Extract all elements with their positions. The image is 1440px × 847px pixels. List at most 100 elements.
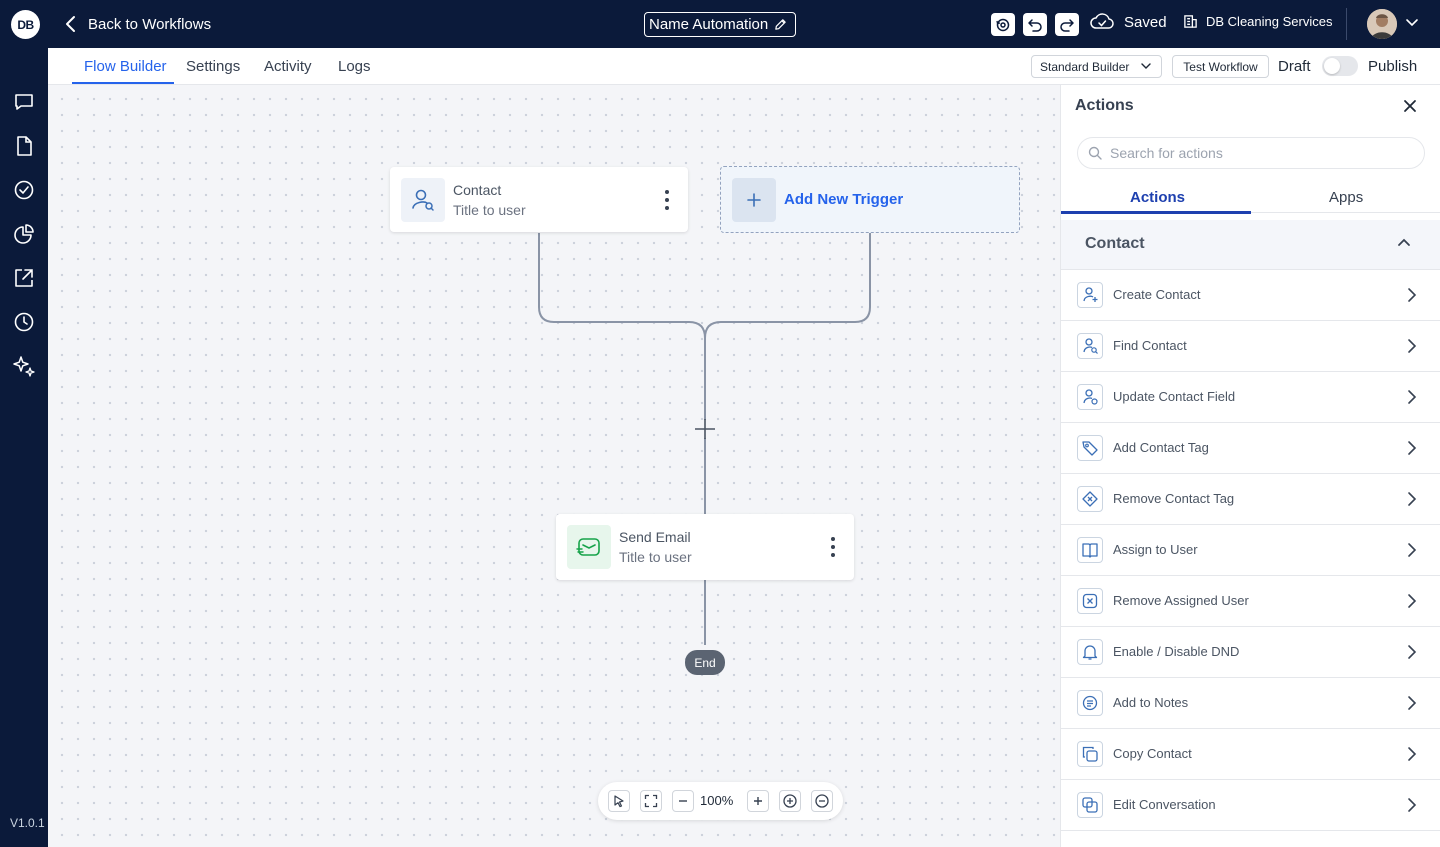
action-item-add-contact-tag[interactable]: Add Contact Tag: [1061, 423, 1440, 474]
undo-button[interactable]: [1023, 13, 1047, 36]
action-item-copy-contact[interactable]: Copy Contact: [1061, 729, 1440, 780]
external-link-icon: [15, 269, 33, 287]
action-label: Remove Assigned User: [1113, 593, 1249, 608]
panel-tab-apps[interactable]: Apps: [1329, 189, 1363, 206]
select-tool-button[interactable]: [608, 790, 630, 812]
action-item-remove-contact-tag[interactable]: Remove Contact Tag: [1061, 474, 1440, 525]
workflow-subheader: Flow Builder Settings Activity Logs Stan…: [48, 48, 1440, 85]
zoom-level: 100%: [700, 793, 734, 808]
panel-tab-actions[interactable]: Actions: [1130, 189, 1185, 206]
zoom-in-button[interactable]: [779, 790, 801, 812]
action-node-send-email[interactable]: Send Email Title to user: [556, 514, 854, 580]
action-label: Update Contact Field: [1113, 389, 1236, 404]
builder-mode-value: Standard Builder: [1040, 59, 1130, 74]
add-step-button[interactable]: [692, 416, 718, 442]
user-avatar[interactable]: [1367, 9, 1397, 39]
trigger-node-subtitle: Title to user: [453, 202, 526, 218]
workflow-name-field[interactable]: Name Automation: [644, 12, 796, 37]
action-label: Add Contact Tag: [1113, 440, 1209, 455]
tab-flow-builder[interactable]: Flow Builder: [84, 58, 167, 75]
zoom-decrease-button[interactable]: [672, 790, 694, 812]
plus-icon: [695, 419, 715, 439]
company-switcher[interactable]: DB Cleaning Services: [1183, 14, 1332, 29]
end-node: End: [685, 650, 725, 675]
fit-view-button[interactable]: [640, 790, 662, 812]
chevron-right-icon: [1408, 390, 1417, 404]
action-item-assign-to-user[interactable]: Assign to User: [1061, 525, 1440, 576]
save-status: Saved: [1090, 12, 1167, 32]
back-to-workflows-button[interactable]: Back to Workflows: [64, 12, 211, 36]
action-item-add-to-notes[interactable]: Add to Notes: [1061, 678, 1440, 729]
trigger-node-title: Contact: [453, 182, 502, 198]
user-plus-icon: [1077, 282, 1103, 308]
test-workflow-button[interactable]: Test Workflow: [1172, 55, 1269, 78]
sidebar-item-conversations[interactable]: [12, 90, 36, 114]
user-edit-icon: [1077, 384, 1103, 410]
tab-settings[interactable]: Settings: [186, 58, 240, 75]
undo-icon: [1028, 18, 1042, 32]
action-item-remove-assigned-user[interactable]: Remove Assigned User: [1061, 576, 1440, 627]
brand-logo[interactable]: DB: [11, 10, 40, 39]
building-icon: [1184, 15, 1197, 28]
contact-section-header[interactable]: Contact: [1061, 220, 1440, 270]
flow-canvas[interactable]: Contact Title to user Add New Trigger Se…: [48, 85, 1060, 847]
check-circle-icon: [14, 180, 34, 200]
chat-icon: [15, 94, 33, 110]
draft-label: Draft: [1278, 58, 1311, 75]
chevron-right-icon: [1408, 543, 1417, 557]
sidebar-item-ai[interactable]: [12, 354, 36, 378]
pencil-icon[interactable]: [774, 18, 787, 31]
history-button[interactable]: [991, 13, 1015, 36]
action-item-find-contact[interactable]: Find Contact: [1061, 321, 1440, 372]
close-icon[interactable]: [1403, 99, 1417, 113]
chevron-right-icon: [1408, 492, 1417, 506]
tab-activity[interactable]: Activity: [264, 58, 312, 75]
more-vertical-icon[interactable]: [830, 536, 836, 558]
sidebar-item-history[interactable]: [12, 310, 36, 334]
chevron-right-icon: [1408, 288, 1417, 302]
chevron-right-icon: [1408, 645, 1417, 659]
chevron-down-icon[interactable]: [1405, 18, 1419, 28]
publish-toggle[interactable]: [1322, 56, 1358, 76]
email-icon: [567, 525, 611, 569]
action-label: Find Contact: [1113, 338, 1187, 353]
chevron-right-icon: [1408, 339, 1417, 353]
minus-icon: [679, 800, 687, 802]
more-vertical-icon[interactable]: [664, 189, 670, 211]
action-label: Assign to User: [1113, 542, 1198, 557]
action-item-enable-disable-dnd[interactable]: Enable / Disable DND: [1061, 627, 1440, 678]
search-input[interactable]: [1110, 145, 1410, 161]
top-bar: DB Back to Workflows Name Automation Sav…: [0, 0, 1440, 48]
left-sidebar: V1.0.1: [0, 48, 48, 847]
sidebar-item-reports[interactable]: [12, 222, 36, 246]
header-divider: [1346, 8, 1347, 40]
action-label: Copy Contact: [1113, 746, 1192, 761]
chevron-right-icon: [1408, 696, 1417, 710]
action-search[interactable]: [1077, 137, 1425, 169]
zoom-in-icon: [783, 794, 797, 808]
actions-panel: Actions Actions Apps Contact Create Cont…: [1060, 85, 1440, 847]
copy-icon: [1077, 741, 1103, 767]
sidebar-item-tasks[interactable]: [12, 178, 36, 202]
company-name: DB Cleaning Services: [1206, 14, 1333, 29]
workflow-name: Name Automation: [649, 16, 769, 33]
action-item-edit-conversation[interactable]: Edit Conversation: [1061, 780, 1440, 831]
chevron-down-icon: [1141, 63, 1151, 69]
zoom-out-button[interactable]: [811, 790, 833, 812]
add-new-trigger-button[interactable]: Add New Trigger: [720, 166, 1020, 233]
action-item-create-contact[interactable]: Create Contact: [1061, 270, 1440, 321]
tab-logs[interactable]: Logs: [338, 58, 371, 75]
sidebar-item-external[interactable]: [12, 266, 36, 290]
sidebar-item-documents[interactable]: [12, 134, 36, 158]
action-item-update-contact-field[interactable]: Update Contact Field: [1061, 372, 1440, 423]
trigger-node-contact[interactable]: Contact Title to user: [390, 167, 688, 232]
section-title: Contact: [1085, 235, 1145, 252]
fullscreen-icon: [644, 794, 658, 808]
publish-label: Publish: [1368, 58, 1418, 75]
redo-button[interactable]: [1055, 13, 1079, 36]
tag-icon: [1077, 435, 1103, 461]
zoom-increase-button[interactable]: [747, 790, 769, 812]
action-label: Add to Notes: [1113, 695, 1189, 710]
builder-mode-select[interactable]: Standard Builder: [1031, 55, 1162, 78]
back-label: Back to Workflows: [88, 15, 212, 33]
